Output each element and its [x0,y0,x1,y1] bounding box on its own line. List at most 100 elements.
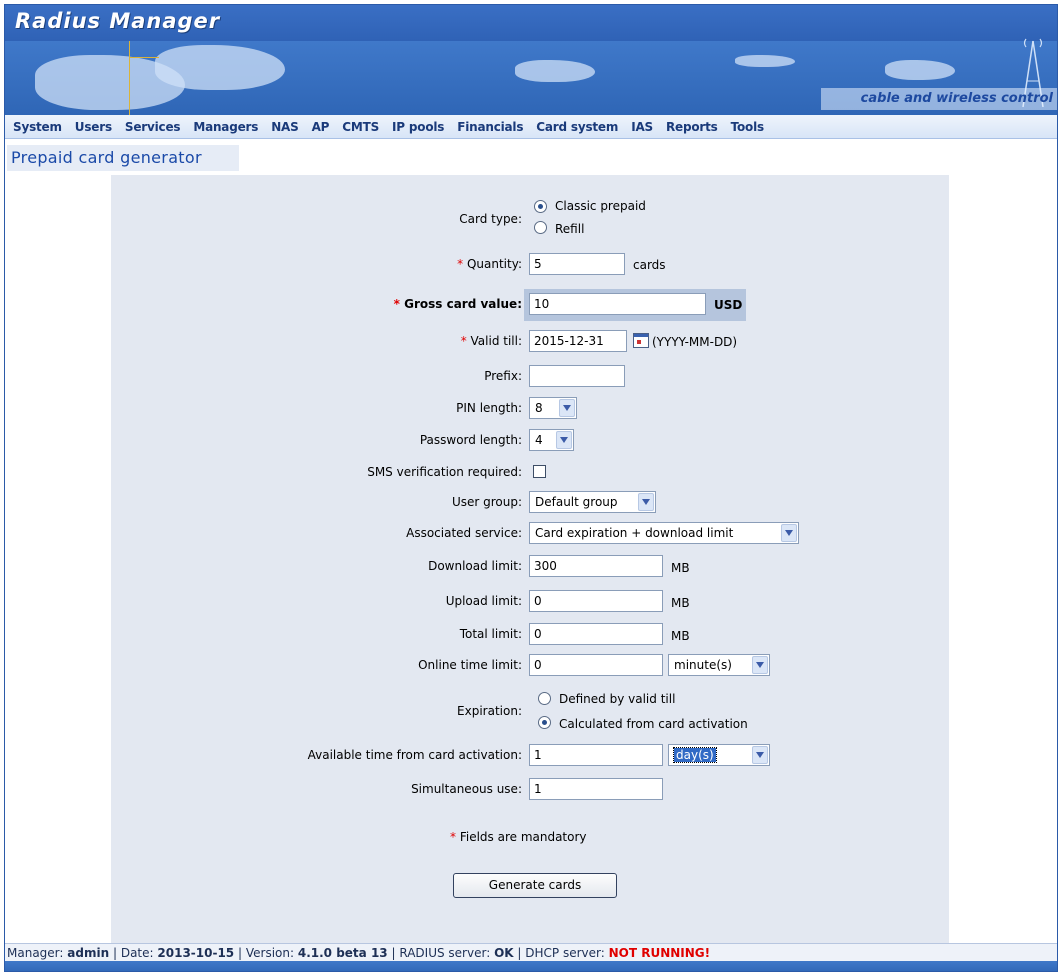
prefix-input[interactable] [529,365,625,387]
upload-limit-input[interactable] [529,590,663,612]
sms-verification-checkbox[interactable] [533,465,546,478]
pin-length-select[interactable]: 8 [529,397,577,419]
user-group-row: User group: Default group [111,491,949,515]
app-window: Radius Manager cable and wireless contro… [4,4,1058,972]
nav-cmts[interactable]: CMTS [342,120,379,134]
download-limit-label: Download limit: [428,559,522,573]
valid-till-input[interactable] [529,330,627,352]
expiration-valid-till-label: Defined by valid till [559,692,676,706]
nav-card-system[interactable]: Card system [536,120,618,134]
gross-value-input[interactable] [529,293,706,315]
map-landmass [515,60,595,82]
gross-value-row: * Gross card value: USD [111,289,949,321]
service-label: Associated service: [406,526,522,540]
chevron-down-icon [638,493,654,511]
available-time-unit-select[interactable]: day(s) [668,744,770,766]
chevron-down-icon [752,746,768,764]
password-length-value: 4 [535,433,543,447]
quantity-label: * Quantity: [457,257,522,271]
user-group-select[interactable]: Default group [529,491,656,513]
nav-managers[interactable]: Managers [193,120,258,134]
calendar-icon[interactable] [633,333,649,348]
card-type-classic-radio[interactable] [534,200,547,213]
app-logo: Radius Manager [15,9,221,33]
total-limit-label: Total limit: [459,627,522,641]
total-limit-unit: MB [671,629,690,643]
required-marker: * [393,297,400,311]
nav-users[interactable]: Users [75,120,112,134]
status-version-label: Version: [245,946,295,960]
expiration-row: Expiration: Defined by valid till Calcul… [111,687,949,733]
password-length-select[interactable]: 4 [529,429,574,451]
valid-till-label: * Valid till: [461,334,522,348]
status-version: 4.1.0 beta 13 [297,946,388,960]
available-time-input[interactable] [529,744,663,766]
status-radius-label: RADIUS server: [399,946,491,960]
valid-till-row: * Valid till: (YYYY-MM-DD) [111,330,949,354]
online-time-unit-value: minute(s) [674,658,732,672]
expiration-valid-till-radio[interactable] [538,692,551,705]
chevron-down-icon [556,431,572,449]
header-banner: Radius Manager cable and wireless contro… [5,5,1057,115]
mandatory-note-text: Fields are mandatory [459,830,587,844]
download-limit-input[interactable] [529,555,663,577]
sms-row: SMS verification required: [111,461,949,485]
map-landmass [735,55,795,67]
gross-value-label: * Gross card value: [394,297,522,311]
card-type-label: Card type: [459,212,522,226]
card-type-refill-radio[interactable] [534,221,547,234]
gross-value-currency: USD [714,298,743,312]
simultaneous-label: Simultaneous use: [411,782,522,796]
status-bar: Manager: admin | Date: 2013-10-15 | Vers… [5,943,1057,961]
simultaneous-input[interactable] [529,778,663,800]
download-limit-row: Download limit: MB [111,555,949,579]
expiration-activation-radio[interactable] [538,716,551,729]
required-marker: * [450,830,456,844]
map-landmass [155,45,285,90]
service-row: Associated service: Card expiration + do… [111,522,949,546]
mandatory-note-row: * Fields are mandatory [111,830,949,850]
main-nav: System Users Services Managers NAS AP CM… [5,115,1057,139]
simultaneous-row: Simultaneous use: [111,778,949,802]
required-marker: * [460,334,467,348]
map-landmass [885,60,955,80]
nav-nas[interactable]: NAS [271,120,299,134]
quantity-input[interactable] [529,253,625,275]
map-border-line [129,41,130,115]
nav-tools[interactable]: Tools [731,120,765,134]
page-title: Prepaid card generator [7,145,239,171]
status-dhcp: NOT RUNNING! [608,946,711,960]
password-length-row: Password length: 4 [111,429,949,453]
nav-financials[interactable]: Financials [457,120,523,134]
nav-system[interactable]: System [13,120,62,134]
nav-ap[interactable]: AP [312,120,330,134]
associated-service-select[interactable]: Card expiration + download limit [529,522,799,544]
prefix-row: Prefix: [111,365,949,389]
quantity-row: * Quantity: cards [111,253,949,277]
total-limit-input[interactable] [529,623,663,645]
online-time-unit-select[interactable]: minute(s) [668,654,770,676]
nav-ias[interactable]: IAS [631,120,653,134]
expiration-activation-label: Calculated from card activation [559,717,748,731]
map-border-line [129,57,159,58]
prefix-label: Prefix: [484,369,522,383]
generate-cards-button[interactable]: Generate cards [453,873,617,898]
nav-ip-pools[interactable]: IP pools [392,120,444,134]
available-time-row: Available time from card activation: day… [111,744,949,768]
status-date: 2013-10-15 [157,946,235,960]
nav-reports[interactable]: Reports [666,120,718,134]
card-generator-form: Card type: Classic prepaid Refill * Quan… [111,175,949,945]
quantity-label-text: Quantity: [466,257,522,271]
card-type-row: Card type: Classic prepaid Refill [111,195,949,241]
upload-limit-unit: MB [671,596,690,610]
app-tagline: cable and wireless control [821,88,1057,110]
download-limit-unit: MB [671,561,690,575]
chevron-down-icon [781,524,797,542]
gross-value-label-text: Gross card value: [404,297,522,311]
user-group-label: User group: [451,495,522,509]
online-time-row: Online time limit: minute(s) [111,654,949,678]
online-time-label: Online time limit: [418,658,522,672]
nav-services[interactable]: Services [125,120,181,134]
online-time-input[interactable] [529,654,663,676]
expiration-label: Expiration: [457,704,522,718]
